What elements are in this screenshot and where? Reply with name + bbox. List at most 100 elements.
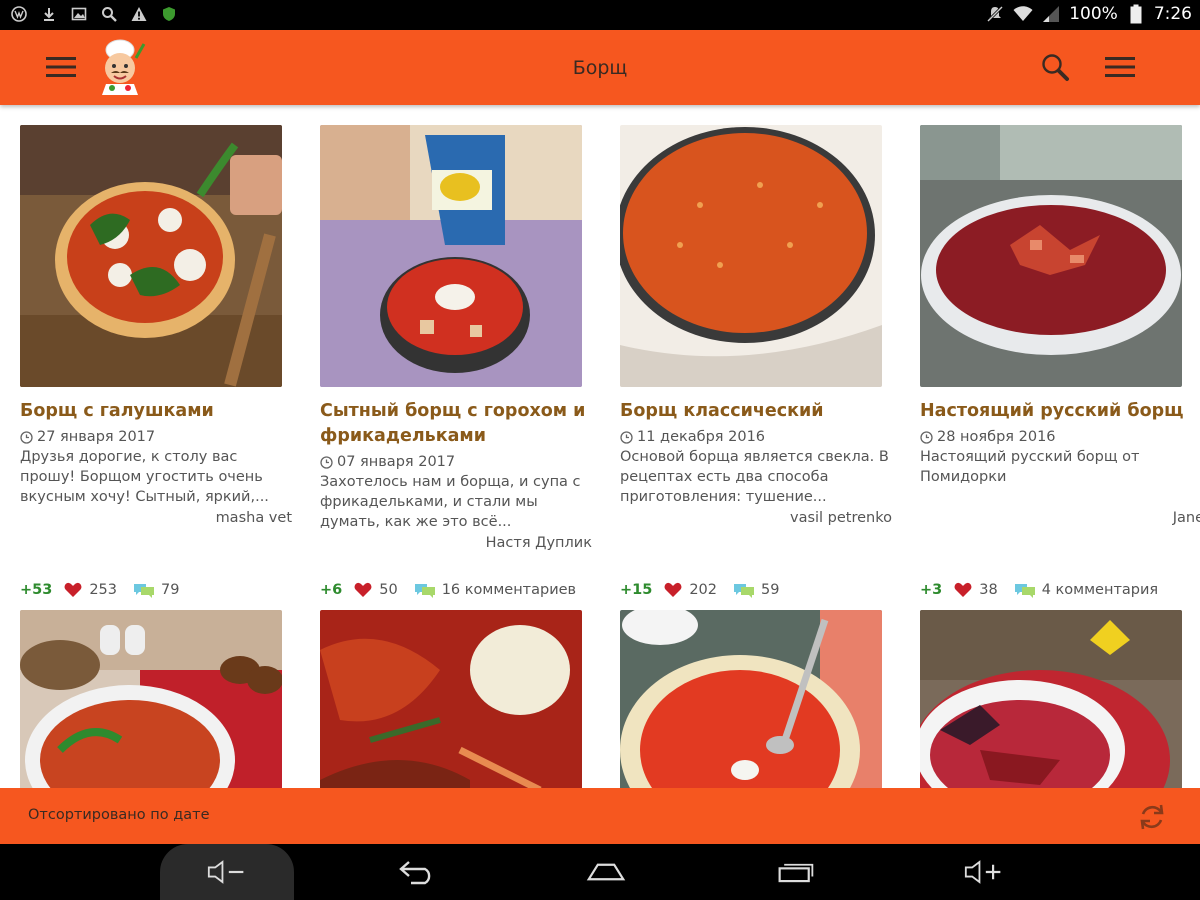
volume-up-button[interactable]	[964, 854, 1004, 890]
image-icon	[70, 5, 88, 23]
clock-icon	[20, 430, 33, 444]
rating-score: +3	[920, 582, 943, 598]
recipe-card[interactable]	[920, 610, 1200, 788]
recipe-photo[interactable]	[20, 125, 282, 387]
comments-count: 59	[761, 582, 780, 598]
rating-score: +53	[20, 582, 53, 598]
recipe-stats: +15 202 59	[620, 582, 779, 598]
likes-count: 50	[379, 582, 398, 598]
comments-count: 79	[161, 582, 180, 598]
comments-button[interactable]: 4 комментария	[1014, 582, 1158, 598]
sort-bar: Отсортировано по дате	[0, 788, 1200, 844]
recipe-photo[interactable]	[920, 125, 1182, 387]
recipe-description: Основой борща является свекла. В рецепта…	[620, 449, 889, 505]
recipe-card[interactable]: Борщ классический 11 декабря 2016 Осново…	[620, 125, 902, 598]
recipe-title[interactable]: Борщ с галушками	[20, 399, 300, 424]
comments-button[interactable]: 59	[733, 582, 779, 598]
search-icon	[1042, 54, 1069, 81]
recipe-description: Друзья дорогие, к столу вас прошу! Борщо…	[20, 449, 269, 505]
heart-icon	[954, 582, 972, 597]
search-button[interactable]	[1038, 50, 1072, 84]
search-icon	[100, 5, 118, 23]
rating-score: +15	[620, 582, 653, 598]
back-icon	[399, 861, 431, 885]
recipe-stats: +3 38 4 комментария	[920, 582, 1158, 598]
recipe-title[interactable]: Сытный борщ с горохом и фрикадельками	[320, 399, 600, 449]
like-button[interactable]: 253	[64, 582, 117, 598]
back-button[interactable]	[397, 854, 437, 890]
like-button[interactable]: 202	[664, 582, 717, 598]
navigation-bar	[0, 844, 1200, 900]
recipe-author[interactable]: masha vet	[216, 510, 292, 526]
wifi-icon	[1013, 4, 1033, 24]
clock-icon	[320, 455, 333, 469]
battery-icon	[1126, 4, 1146, 24]
recipe-card[interactable]: Сытный борщ с горохом и фрикадельками 07…	[320, 125, 602, 598]
status-bar: 100% 7:26	[0, 0, 1200, 30]
recipe-card[interactable]	[20, 610, 302, 788]
comments-button[interactable]: 16 комментариев	[414, 582, 576, 598]
recipe-date-text: 07 января 2017	[337, 454, 456, 470]
page-title: Борщ	[572, 57, 628, 79]
borscht-photo-8[interactable]	[920, 610, 1182, 788]
vpn-icon	[10, 5, 28, 23]
overflow-menu-icon	[1105, 57, 1135, 77]
clock-icon	[620, 430, 633, 444]
recipe-photo[interactable]	[320, 125, 582, 387]
home-button[interactable]	[586, 854, 626, 890]
volume-down-icon	[207, 860, 244, 884]
comments-count: 4 комментария	[1041, 582, 1159, 598]
recipe-title[interactable]: Борщ классический	[620, 399, 900, 424]
recipe-date: 07 января 2017	[320, 452, 592, 472]
refresh-icon	[1140, 804, 1164, 830]
download-icon	[40, 5, 58, 23]
recipe-stats: +53 253 79	[20, 582, 179, 598]
recipe-date-text: 11 декабря 2016	[637, 429, 766, 445]
recipe-author[interactable]: Jane	[1173, 510, 1200, 526]
comments-icon	[1014, 584, 1035, 598]
clock: 7:26	[1153, 4, 1192, 24]
heart-icon	[664, 582, 682, 597]
recipe-photo[interactable]	[620, 125, 882, 387]
recipe-date-text: 27 января 2017	[37, 429, 156, 445]
recents-button[interactable]	[776, 854, 816, 890]
comments-button[interactable]: 79	[133, 582, 179, 598]
recipe-author[interactable]: vasil petrenko	[790, 510, 892, 526]
battery-percent: 100%	[1069, 4, 1118, 24]
recipe-stats: +6 50 16 комментариев	[320, 582, 576, 598]
borscht-photo-5[interactable]	[20, 610, 282, 788]
shield-icon	[160, 5, 178, 23]
recipe-date: 27 января 2017	[20, 427, 292, 447]
refresh-button[interactable]	[1136, 801, 1168, 833]
likes-count: 253	[89, 582, 118, 598]
heart-icon	[354, 582, 372, 597]
recipe-grid: Борщ с галушками 27 января 2017 Друзья д…	[0, 105, 1200, 788]
recipe-card[interactable]	[620, 610, 902, 788]
recipe-author[interactable]: Настя Дуплик	[486, 535, 592, 551]
recipe-card[interactable]: Борщ с галушками 27 января 2017 Друзья д…	[20, 125, 302, 598]
volume-down-button[interactable]	[207, 854, 247, 890]
borscht-photo-6[interactable]	[320, 610, 582, 788]
signal-icon	[1041, 4, 1061, 24]
borscht-photo-7[interactable]	[620, 610, 882, 788]
volume-up-icon	[964, 860, 1001, 884]
recipe-description: Настоящий русский борщ от Помидорки	[920, 449, 1140, 485]
comments-count: 16 комментариев	[441, 582, 577, 598]
comments-icon	[414, 584, 435, 598]
warning-icon	[130, 5, 148, 23]
recipe-card[interactable]: Настоящий русский борщ 28 ноября 2016 На…	[920, 125, 1200, 598]
app-bar: Борщ	[0, 30, 1200, 105]
comments-icon	[734, 584, 755, 598]
recents-icon	[778, 863, 814, 883]
heart-icon	[64, 582, 82, 597]
recipe-card[interactable]	[320, 610, 602, 788]
recipe-date: 11 декабря 2016	[620, 427, 892, 447]
comments-icon	[134, 584, 155, 598]
recipe-title[interactable]: Настоящий русский борщ	[920, 399, 1200, 424]
like-button[interactable]: 38	[954, 582, 998, 598]
likes-count: 202	[689, 582, 718, 598]
overflow-menu-button[interactable]	[1102, 52, 1138, 82]
like-button[interactable]: 50	[354, 582, 398, 598]
clock-icon	[920, 430, 933, 444]
sort-label[interactable]: Отсортировано по дате	[28, 807, 209, 823]
